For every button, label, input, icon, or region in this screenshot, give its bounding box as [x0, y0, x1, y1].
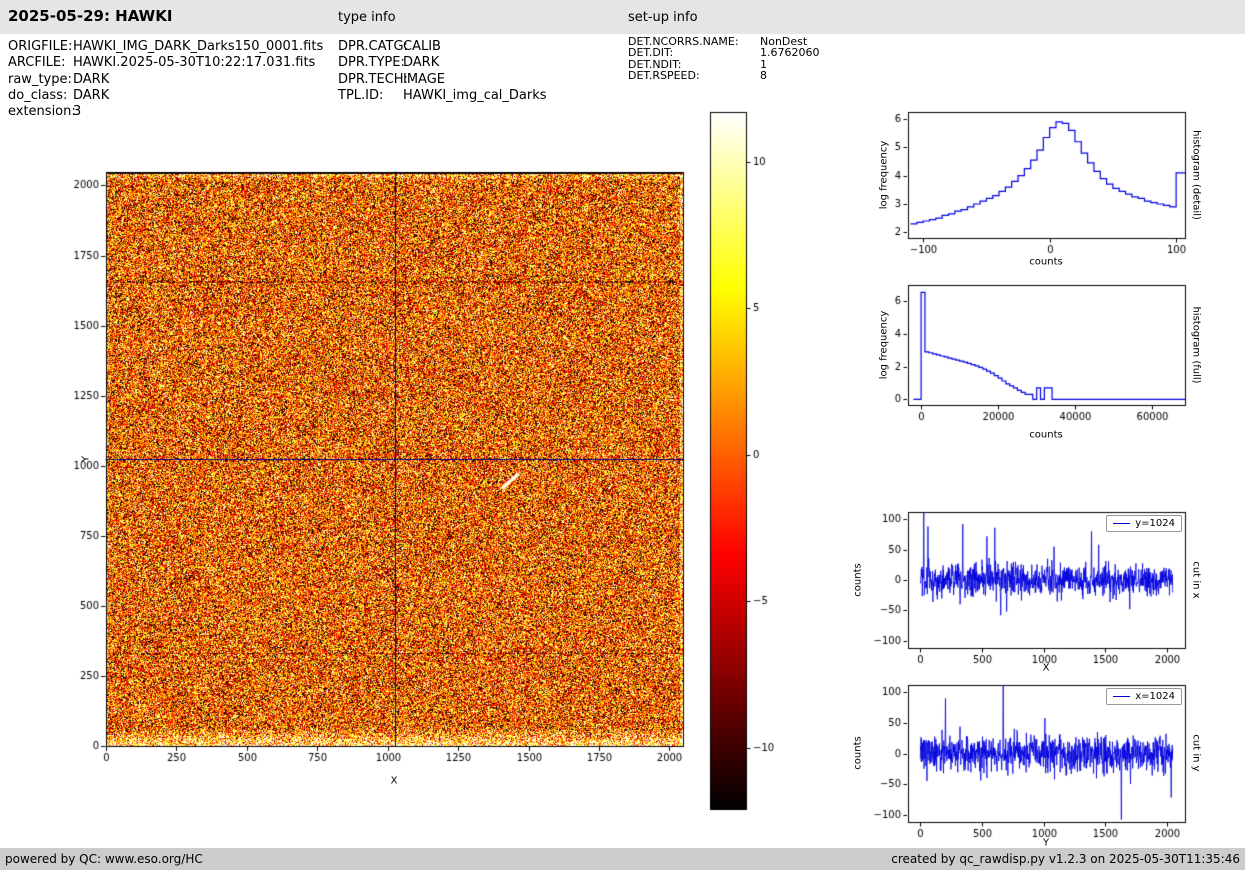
metadata-value: IMAGE	[403, 72, 445, 88]
metadata-value: DARK	[73, 88, 109, 104]
type-info-block: DPR.CATG:CALIBDPR.TYPE:DARKDPR.TECH:IMAG…	[338, 39, 547, 104]
legend-line-icon	[1113, 696, 1130, 697]
metadata-key: ORIGFILE:	[8, 39, 73, 55]
metadata-value: 3	[73, 104, 81, 120]
dark-frame-heatmap	[60, 160, 700, 772]
metadata-key: DPR.TYPE:	[338, 55, 403, 71]
hist-full-right-label: histogram (full)	[1191, 306, 1202, 383]
header-bar: 2025-05-29: HAWKI type info set-up info	[0, 0, 1245, 34]
hist-detail-xlabel: counts	[1029, 257, 1062, 268]
metadata-row: DPR.TYPE:DARK	[338, 55, 547, 71]
footer-bar: powered by QC: www.eso.org/HC created by…	[0, 848, 1245, 870]
metadata-value: 1.6762060	[760, 47, 820, 58]
metadata-value: HAWKI_img_cal_Darks	[403, 88, 547, 104]
legend-label: x=1024	[1135, 691, 1175, 702]
cut-x-xlabel: X	[1043, 663, 1050, 674]
cut-x-right-label: cut in x	[1191, 561, 1202, 598]
main-xlabel: X	[391, 776, 398, 787]
metadata-row: do_class:DARK	[8, 88, 323, 104]
metadata-value: HAWKI.2025-05-30T10:22:17.031.fits	[73, 55, 315, 71]
qc-report-page: 2025-05-29: HAWKI type info set-up info …	[0, 0, 1245, 870]
metadata-value: DARK	[403, 55, 439, 71]
file-info-block: ORIGFILE:HAWKI_IMG_DARK_Darks150_0001.fi…	[8, 39, 323, 120]
cut-y-ylabel: counts	[853, 736, 864, 769]
cut-y-xlabel: Y	[1043, 838, 1049, 849]
metadata-row: DET.RSPEED:8	[628, 70, 820, 81]
hist-full-ylabel: log frequency	[879, 311, 890, 380]
metadata-key: DET.RSPEED:	[628, 70, 760, 81]
hist-detail-ylabel: log frequency	[879, 141, 890, 210]
metadata-key: raw_type:	[8, 72, 73, 88]
metadata-key: extension:	[8, 104, 73, 120]
legend-cut-x: y=1024	[1106, 515, 1182, 532]
metadata-key: TPL.ID:	[338, 88, 403, 104]
metadata-key: ARCFILE:	[8, 55, 73, 71]
hist-full-xlabel: counts	[1029, 430, 1062, 441]
histogram-detail-plot	[860, 103, 1200, 265]
metadata-row: extension:3	[8, 104, 323, 120]
legend-label: y=1024	[1135, 518, 1175, 529]
footer-powered-by: powered by QC: www.eso.org/HC	[5, 852, 203, 866]
metadata-key: do_class:	[8, 88, 73, 104]
metadata-value: DARK	[73, 72, 109, 88]
legend-line-icon	[1113, 523, 1130, 524]
metadata-key: DPR.CATG:	[338, 39, 403, 55]
legend-cut-y: x=1024	[1106, 688, 1182, 705]
hist-detail-right-label: histogram (detail)	[1191, 130, 1202, 220]
setup-info-block: DET.NCORRS.NAME:NonDestDET.DIT:1.6762060…	[628, 36, 820, 82]
cut-y-right-label: cut in y	[1191, 734, 1202, 771]
colorbar	[702, 110, 790, 816]
setup-info-heading: set-up info	[628, 10, 698, 25]
metadata-value: HAWKI_IMG_DARK_Darks150_0001.fits	[73, 39, 323, 55]
footer-created-by: created by qc_rawdisp.py v1.2.3 on 2025-…	[891, 852, 1240, 866]
metadata-row: DPR.CATG:CALIB	[338, 39, 547, 55]
metadata-row: TPL.ID:HAWKI_img_cal_Darks	[338, 88, 547, 104]
metadata-key: DPR.TECH:	[338, 72, 403, 88]
page-title: 2025-05-29: HAWKI	[8, 7, 172, 25]
type-info-heading: type info	[338, 10, 396, 25]
metadata-row: ARCFILE:HAWKI.2025-05-30T10:22:17.031.fi…	[8, 55, 323, 71]
metadata-row: raw_type:DARK	[8, 72, 323, 88]
metadata-row: ORIGFILE:HAWKI_IMG_DARK_Darks150_0001.fi…	[8, 39, 323, 55]
cut-x-ylabel: counts	[853, 563, 864, 596]
histogram-full-plot	[860, 275, 1200, 427]
main-ylabel: Y	[81, 456, 92, 462]
metadata-value: 8	[760, 70, 767, 81]
metadata-row: DPR.TECH:IMAGE	[338, 72, 547, 88]
metadata-value: CALIB	[403, 39, 441, 55]
